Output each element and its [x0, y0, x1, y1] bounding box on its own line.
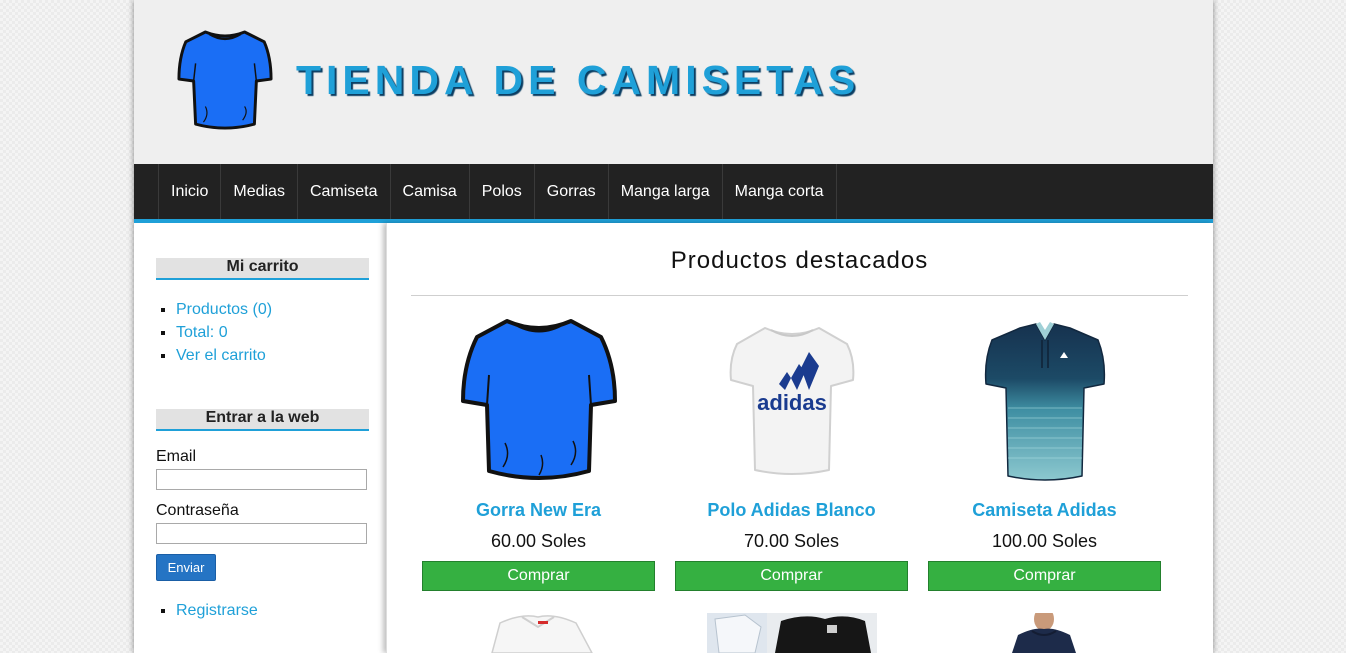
blue-tshirt-image[interactable] [422, 315, 655, 485]
buy-button[interactable]: Comprar [675, 561, 908, 591]
site-header: TIENDA DE CAMISETAS [134, 0, 1213, 164]
sidebar: Mi carrito Productos (0) Total: 0 Ver el… [156, 258, 369, 619]
white-tshirt-icon: adidas [729, 327, 854, 475]
cart-item: Productos (0) [176, 298, 369, 321]
login-box: Entrar a la web Email Contraseña Enviar … [156, 409, 369, 622]
email-field[interactable] [156, 469, 367, 490]
cart-title: Mi carrito [156, 258, 369, 280]
cart-item: Ver el carrito [176, 344, 369, 367]
nav-item-manga-larga[interactable]: Manga larga [607, 164, 722, 219]
password-label: Contraseña [156, 502, 239, 519]
navy-tshirt-model-image[interactable] [928, 613, 1161, 653]
polo-shirt-icon [984, 321, 1105, 481]
product-name[interactable]: Polo Adidas Blanco [675, 499, 908, 521]
nav-item-camiseta[interactable]: Camiseta [296, 164, 390, 219]
main-nav: Inicio Medias Camiseta Camisa Polos Gorr… [134, 164, 1213, 223]
buy-button[interactable]: Comprar [422, 561, 655, 591]
register-item: Registrarse [176, 599, 369, 622]
product-card: Gorra New Era 60.00 Soles Comprar [422, 315, 655, 591]
register-link[interactable]: Registrarse [176, 602, 258, 619]
page-title: Productos destacados [670, 247, 929, 274]
cart-total-link[interactable]: Total: 0 [176, 324, 228, 341]
product-card: Camiseta Adidas 100.00 Soles Comprar [928, 315, 1161, 591]
nav-item-manga-corta[interactable]: Manga corta [721, 164, 837, 219]
nav-item-medias[interactable]: Medias [220, 164, 297, 219]
product-card: adidas Polo Adidas Blanco 70.00 Soles Co… [675, 315, 908, 591]
main-content: Productos destacados Gorra New Era 60.00… [386, 223, 1213, 653]
black-shirts-image[interactable] [675, 613, 908, 653]
nav-item-inicio[interactable]: Inicio [158, 164, 220, 219]
tshirt-icon [177, 30, 273, 130]
product-name[interactable]: Gorra New Era [422, 499, 655, 521]
cart-box: Mi carrito Productos (0) Total: 0 Ver el… [156, 258, 369, 367]
buy-button[interactable]: Comprar [928, 561, 1161, 591]
nav-item-camisa[interactable]: Camisa [389, 164, 469, 219]
product-price: 100.00 Soles [991, 531, 1098, 551]
product-price: 60.00 Soles [490, 531, 587, 551]
white-adidas-tshirt-image[interactable]: adidas [675, 315, 908, 485]
password-field[interactable] [156, 523, 367, 544]
product-name[interactable]: Camiseta Adidas [928, 499, 1161, 521]
site-title: TIENDA DE CAMISETAS [296, 57, 861, 103]
white-polo-image[interactable] [422, 613, 655, 653]
navy-teal-polo-image[interactable] [928, 315, 1161, 485]
submit-button[interactable]: Enviar [156, 554, 216, 581]
white-polo-icon [491, 615, 593, 653]
nav-item-gorras[interactable]: Gorras [533, 164, 608, 219]
cart-item: Total: 0 [176, 321, 369, 344]
svg-text:adidas: adidas [757, 390, 827, 415]
view-cart-link[interactable]: Ver el carrito [176, 347, 266, 364]
black-shirts-icon [707, 613, 877, 653]
nav-item-polos[interactable]: Polos [468, 164, 534, 219]
cart-products-link[interactable]: Productos (0) [176, 301, 272, 318]
page-wrapper: TIENDA DE CAMISETAS Inicio Medias Camise… [134, 0, 1213, 653]
product-price: 70.00 Soles [743, 531, 840, 551]
title-divider [411, 295, 1188, 296]
login-title: Entrar a la web [156, 409, 369, 431]
email-label: Email [156, 448, 197, 465]
tshirt-icon [460, 319, 617, 480]
model-tshirt-icon [1012, 613, 1076, 653]
